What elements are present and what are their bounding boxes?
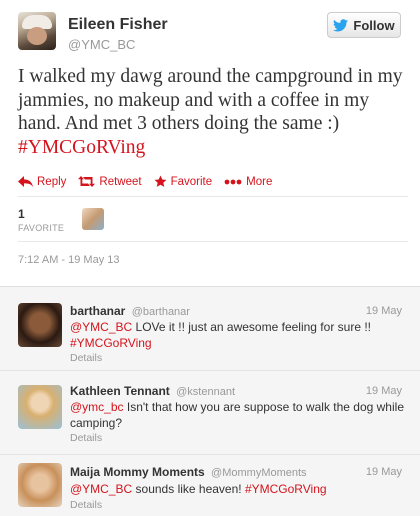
avatar[interactable]: [18, 385, 62, 429]
reply-hashtag[interactable]: #YMCGoRVing: [245, 482, 327, 496]
author-name[interactable]: Eileen Fisher: [68, 16, 168, 34]
divider: [18, 196, 408, 197]
tweet-timestamp: 7:12 AM - 19 May 13: [18, 254, 120, 266]
reply-date: 19 May: [365, 385, 402, 397]
replies-list: barthanar @barthanar 19 May @YMC_BC LOVe…: [0, 286, 420, 516]
more-label: More: [246, 175, 273, 188]
reply-text: @ymc_bc Isn't that how you are suppose t…: [70, 399, 405, 431]
tweet-actions: Reply Retweet Favorite More: [18, 175, 284, 188]
divider: [18, 241, 408, 242]
retweet-icon: [78, 176, 96, 187]
favoriter-avatar[interactable]: [82, 208, 104, 230]
reply-mention[interactable]: @YMC_BC: [70, 320, 132, 334]
reply-item: barthanar @barthanar 19 May @YMC_BC LOVe…: [0, 287, 420, 371]
reply-author-handle[interactable]: @kstennant: [176, 386, 235, 398]
details-link[interactable]: Details: [70, 499, 102, 511]
reply-header: Maija Mommy Moments @MommyMoments: [70, 465, 307, 479]
reply-action[interactable]: Reply: [18, 176, 66, 188]
favorite-stats[interactable]: 1 FAVORITE: [18, 207, 64, 233]
reply-mention[interactable]: @YMC_BC: [70, 482, 132, 496]
reply-icon: [18, 176, 33, 187]
tweet-text: I walked my dawg around the campground i…: [18, 65, 410, 159]
star-icon: [154, 175, 167, 187]
main-tweet: Eileen Fisher @YMC_BC Follow I walked my…: [0, 0, 420, 286]
reply-author-name[interactable]: Maija Mommy Moments: [70, 465, 205, 479]
reply-label: Reply: [37, 175, 67, 188]
favorite-count-label: FAVORITE: [18, 223, 65, 233]
reply-author-handle[interactable]: @barthanar: [132, 306, 190, 318]
reply-header: barthanar @barthanar: [70, 304, 190, 318]
follow-button[interactable]: Follow: [327, 12, 401, 38]
twitter-bird-icon: [333, 18, 349, 31]
reply-header: Kathleen Tennant @kstennant: [70, 384, 235, 398]
avatar[interactable]: [18, 303, 62, 347]
favorite-label: Favorite: [170, 175, 213, 188]
reply-item: Maija Mommy Moments @MommyMoments 19 May…: [0, 455, 420, 516]
details-link[interactable]: Details: [70, 352, 102, 364]
avatar[interactable]: [18, 463, 62, 507]
tweet-body: I walked my dawg around the campground i…: [18, 66, 403, 134]
follow-label: Follow: [353, 17, 395, 33]
reply-date: 19 May: [365, 466, 402, 478]
author-handle[interactable]: @YMC_BC: [68, 37, 135, 52]
retweet-label: Retweet: [99, 175, 142, 188]
reply-hashtag[interactable]: #YMCGoRVing: [70, 336, 152, 350]
favorite-action[interactable]: Favorite: [154, 175, 213, 188]
reply-body: sounds like heaven!: [132, 482, 245, 496]
more-action[interactable]: More: [224, 176, 272, 188]
reply-body: LOVe it !! just an awesome feeling for s…: [132, 320, 371, 334]
reply-author-name[interactable]: barthanar: [70, 304, 125, 318]
retweet-action[interactable]: Retweet: [78, 175, 142, 188]
reply-author-handle[interactable]: @MommyMoments: [211, 467, 307, 479]
reply-text: @YMC_BC LOVe it !! just an awesome feeli…: [70, 319, 405, 351]
author-avatar[interactable]: [18, 12, 56, 50]
reply-text: @YMC_BC sounds like heaven! #YMCGoRVing: [70, 481, 405, 497]
reply-mention[interactable]: @ymc_bc: [70, 400, 124, 414]
reply-date: 19 May: [365, 305, 402, 317]
favorite-count: 1: [18, 207, 25, 221]
more-dots-icon: [224, 179, 242, 184]
details-link[interactable]: Details: [70, 432, 102, 444]
tweet-hashtag[interactable]: #YMCGoRVing: [18, 137, 145, 158]
reply-item: Kathleen Tennant @kstennant 19 May @ymc_…: [0, 371, 420, 455]
reply-author-name[interactable]: Kathleen Tennant: [70, 384, 170, 398]
